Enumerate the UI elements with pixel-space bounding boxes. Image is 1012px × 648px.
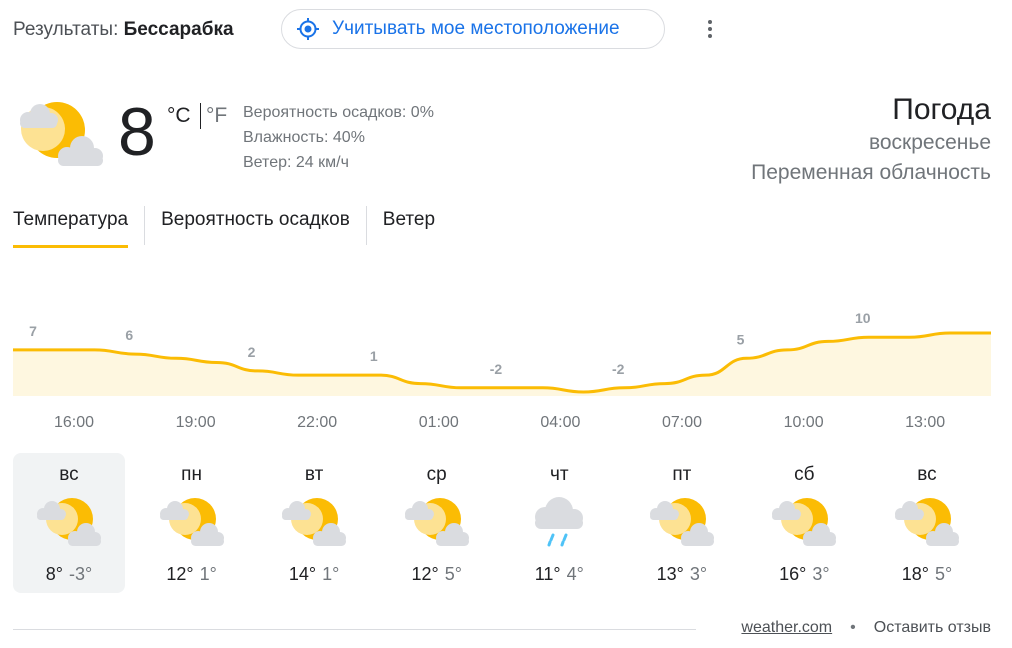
day-low: 5° (444, 564, 462, 584)
day-temperatures: 8° -3° (13, 564, 125, 585)
feedback-link[interactable]: Оставить отзыв (874, 619, 991, 637)
results-prefix: Результаты: (13, 19, 119, 40)
day-high: 8° (45, 564, 63, 584)
day-temperatures: 12° 5° (381, 564, 493, 585)
chart-tabs: Температура Вероятность осадков Ветер (13, 206, 451, 248)
footer-divider (13, 629, 696, 630)
partly-cloudy-icon (403, 495, 469, 547)
chart-tick-label: 10:00 (783, 414, 824, 431)
location-target-icon (296, 17, 320, 41)
chart-data-label: -2 (490, 361, 503, 377)
chart-tick-label: 04:00 (540, 414, 581, 431)
day-high: 12° (166, 564, 194, 584)
day-name: вс (917, 464, 937, 485)
day-low: 3° (812, 564, 830, 584)
precipitation-text: Вероятность осадков: 0% (243, 104, 434, 121)
day-card[interactable]: пн 12° 1° (136, 453, 248, 593)
day-low: 1° (322, 564, 340, 584)
source-link[interactable]: weather.com (741, 619, 832, 637)
partly-cloudy-icon (13, 98, 103, 168)
day-high: 18° (901, 564, 929, 584)
day-card[interactable]: вт 14° 1° (258, 453, 370, 593)
temperature-chart[interactable]: 7 6 2 1 -2 -2 5 10 (13, 300, 991, 410)
partly-cloudy-icon (893, 495, 959, 547)
chart-tick-label: 13:00 (905, 414, 946, 431)
day-card[interactable]: ср 12° 5° (381, 453, 493, 593)
partly-cloudy-icon (158, 495, 224, 547)
tab-wind[interactable]: Ветер (365, 206, 451, 245)
day-high: 13° (656, 564, 684, 584)
day-name: пт (672, 464, 692, 485)
use-location-label: Учитывать мое местоположение (332, 18, 620, 39)
day-low: -3° (69, 564, 93, 584)
current-temperature: 8 (118, 94, 156, 170)
weather-summary: Погода воскресенье Переменная облачность (751, 92, 991, 188)
unit-celsius-button[interactable]: °C (167, 104, 191, 128)
day-name: вт (304, 464, 324, 485)
chart-tick-label: 01:00 (418, 414, 459, 431)
day-temperatures: 16° 3° (748, 564, 860, 585)
day-high: 14° (288, 564, 317, 584)
weather-condition: Переменная облачность (751, 161, 991, 184)
results-header: Результаты: Бессарабка (13, 19, 234, 41)
day-high: 16° (779, 564, 807, 584)
day-card[interactable]: вс 8° -3° (13, 453, 125, 593)
unit-fahrenheit-button[interactable]: °F (206, 104, 227, 128)
chart-tick-label: 16:00 (53, 414, 95, 431)
chart-tick-label: 19:00 (175, 414, 216, 431)
chart-data-label: 7 (29, 323, 37, 339)
chart-data-label: -2 (612, 361, 625, 377)
wind-text: Ветер: 24 км/ч (243, 154, 349, 171)
chart-data-label: 10 (855, 310, 871, 326)
partly-cloudy-icon (280, 495, 347, 547)
partly-cloudy-icon (35, 495, 101, 547)
use-location-button[interactable]: Учитывать мое местоположение (281, 9, 665, 49)
footer-separator: • (850, 619, 856, 636)
chart-data-label: 5 (737, 331, 745, 347)
chart-tick-label: 07:00 (661, 414, 703, 431)
day-high: 12° (411, 564, 439, 584)
day-temperatures: 11° 4° (503, 564, 615, 585)
day-high: 11° (534, 564, 561, 584)
footer: weather.com • Оставить отзыв (741, 619, 991, 637)
day-temperatures: 14° 1° (258, 564, 370, 585)
day-card[interactable]: сб 16° 3° (748, 453, 860, 593)
day-name: вс (59, 464, 79, 485)
chart-data-label: 2 (248, 344, 256, 360)
day-low: 1° (199, 564, 217, 584)
weather-day: воскресенье (868, 131, 991, 154)
day-temperatures: 18° 5° (871, 564, 983, 585)
day-name: чт (549, 464, 569, 485)
more-options-icon[interactable] (698, 15, 722, 43)
day-low: 5° (934, 564, 953, 584)
unit-divider (200, 103, 201, 129)
rain-icon (525, 495, 591, 547)
chart-tick-label: 22:00 (297, 414, 338, 431)
current-details: Вероятность осадков: 0% Влажность: 40% В… (243, 100, 434, 175)
day-temperatures: 12° 1° (136, 564, 248, 585)
day-card[interactable]: пт 13° 3° (626, 453, 738, 593)
tab-temperature[interactable]: Температура (13, 206, 144, 248)
chart-data-label: 6 (125, 327, 133, 343)
weather-title: Погода (892, 93, 991, 126)
day-card[interactable]: вс 18° 5° (871, 453, 983, 593)
chart-data-label: 1 (370, 348, 378, 364)
day-name: ср (426, 464, 447, 485)
day-temperatures: 13° 3° (626, 564, 738, 585)
day-name: пн (181, 464, 202, 485)
partly-cloudy-icon (648, 495, 714, 547)
humidity-text: Влажность: 40% (243, 129, 365, 146)
chart-time-axis: 16:00 19:00 22:00 01:00 04:00 07:00 10:00 13:00 (13, 414, 991, 436)
results-location: Бессарабка (123, 19, 234, 40)
tab-precipitation[interactable]: Вероятность осадков (144, 206, 366, 245)
day-low: 3° (689, 564, 708, 584)
day-low: 4° (566, 564, 584, 584)
daily-forecast: вс 8° -3° пн 12° 1° вт 14° 1° ср 12° 5° чт 11° 4° пт 13°… (13, 453, 991, 593)
partly-cloudy-icon (770, 495, 837, 547)
day-card[interactable]: чт 11° 4° (503, 453, 615, 593)
day-name: сб (794, 464, 815, 485)
